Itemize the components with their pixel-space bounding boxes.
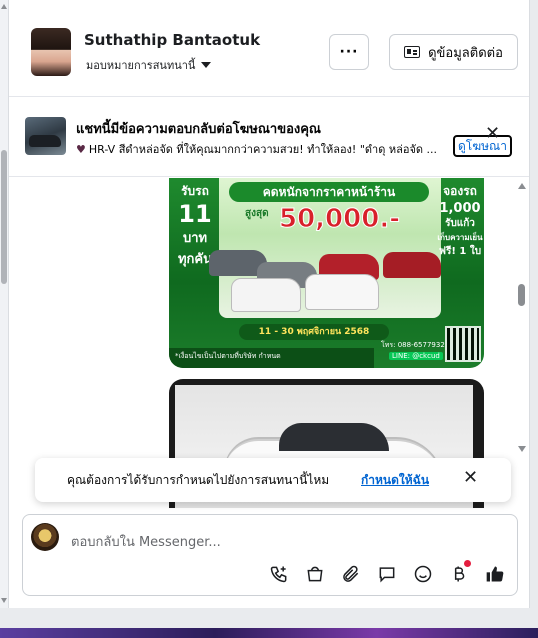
assign-conversation-dropdown[interactable]: มอบหมายการสนทนานี้ [86, 56, 212, 74]
message-composer: ตอบกลับใน Messenger... [22, 514, 518, 596]
reply-input[interactable]: ตอบกลับใน Messenger... [71, 531, 221, 552]
ad-reply-banner: แชทนี้มีข้อความตอบกลับต่อโฆษณาของคุณ ♥ HR… [9, 97, 529, 177]
heart-icon: ♥ [76, 143, 86, 156]
car-red-suv [383, 252, 441, 278]
ad-right-offer: จองรถ 1,000 รับแก้ว เก็บความเย็น ฟรี! 1 … [437, 182, 483, 259]
thread-scroll-up-icon[interactable] [518, 183, 526, 189]
ad-banner-snippet: HR-V สีดำหล่อจัด ที่ให้คุณมากกว่าความสวย… [88, 143, 438, 156]
ad-banner-text: ♥ HR-V สีดำหล่อจัด ที่ให้คุณมากกว่าความสว… [76, 140, 454, 158]
more-options-button[interactable]: ··· [329, 34, 369, 70]
ad-left-top: รับรถ [181, 184, 209, 198]
car-white-pickup-2 [305, 274, 379, 310]
baht-icon[interactable] [447, 560, 471, 586]
shopping-bag-icon[interactable] [303, 562, 327, 586]
conversation-panel: Suthathip Bantaotuk มอบหมายการสนทนานี้ ·… [8, 0, 530, 608]
qr-code-icon [445, 326, 481, 362]
thread-scroll-down-icon[interactable] [518, 446, 526, 452]
assign-status-label: มอบหมายการสนทนานี้ [86, 59, 196, 72]
ad-right-small: เก็บความเย็น [437, 233, 483, 242]
smiley-icon[interactable] [411, 562, 435, 586]
view-contact-label: ดูข้อมูลติดต่อ [428, 45, 503, 61]
thumbs-up-icon[interactable] [483, 562, 507, 586]
ad-banner-title: แชทนี้มีข้อความตอบกลับต่อโฆษณาของคุณ [76, 122, 321, 137]
assign-to-me-link[interactable]: กำหนดให้ฉัน [361, 471, 429, 490]
ad-thumbnail[interactable] [25, 117, 66, 155]
ad-right-top: จองรถ [443, 184, 477, 198]
chat-bubble-icon[interactable] [375, 562, 399, 586]
ad-left-big: 11 [178, 200, 212, 228]
ad-right-big: 1,000 [439, 201, 481, 216]
scroll-down-arrow-icon[interactable] [1, 598, 7, 603]
ad-max-label: สูงสุด [245, 208, 269, 219]
ad-right-free: ฟรี! 1 ใบ [438, 246, 482, 257]
outer-scroll-thumb[interactable] [1, 150, 7, 284]
car-white-pickup [231, 278, 301, 312]
toast-close-icon[interactable]: ✕ [463, 468, 478, 488]
ad-footer: *เงื่อนไขเป็นไปตามที่บริษัท กำหนด [169, 348, 374, 368]
phone-plus-icon[interactable] [267, 562, 291, 586]
close-icon[interactable]: ✕ [485, 125, 500, 143]
notification-dot [464, 560, 471, 567]
assign-toast: คุณต้องการได้รับการกำหนดไปยังการสนทนานี้… [35, 458, 511, 502]
view-ad-link[interactable]: ดูโฆษณา [453, 135, 512, 157]
taskbar-strip [0, 628, 538, 638]
caret-down-icon [201, 62, 212, 68]
toast-message: คุณต้องการได้รับการกำหนดไปยังการสนทนานี้… [67, 473, 330, 487]
ad-phone: โทร: 088-6577932 [381, 341, 445, 349]
ad-image-message[interactable]: คดหนักจากราคาหน้าร้าน สูงสุด 50,000.- รั… [169, 178, 484, 368]
contact-name[interactable]: Suthathip Bantaotuk [84, 31, 260, 49]
ad-left-mid: บาท [182, 231, 208, 246]
ad-right-mid: รับแก้ว [445, 218, 475, 229]
ad-line-id: LINE: @ckcud [389, 352, 443, 360]
ad-amount: 50,000.- [279, 204, 401, 235]
conversation-header: Suthathip Bantaotuk มอบหมายการสนทนานี้ ·… [9, 0, 529, 97]
paperclip-icon[interactable] [339, 562, 363, 586]
ad-dates: 11 - 30 พฤศจิกายน 2568 [239, 324, 389, 340]
contact-avatar[interactable] [31, 28, 71, 76]
page-avatar [31, 523, 59, 551]
thread-scroll-thumb[interactable] [518, 284, 525, 306]
car-photo-window [279, 423, 389, 451]
contact-card-icon [404, 46, 421, 58]
view-contact-button[interactable]: ดูข้อมูลติดต่อ [389, 34, 518, 70]
thread-scrollbar[interactable] [516, 178, 526, 456]
ad-headline: คดหนักจากราคาหน้าร้าน [229, 182, 429, 202]
composer-toolbar [267, 560, 507, 587]
scroll-up-arrow-icon[interactable] [1, 4, 7, 9]
outer-scrollbar[interactable] [0, 0, 8, 608]
